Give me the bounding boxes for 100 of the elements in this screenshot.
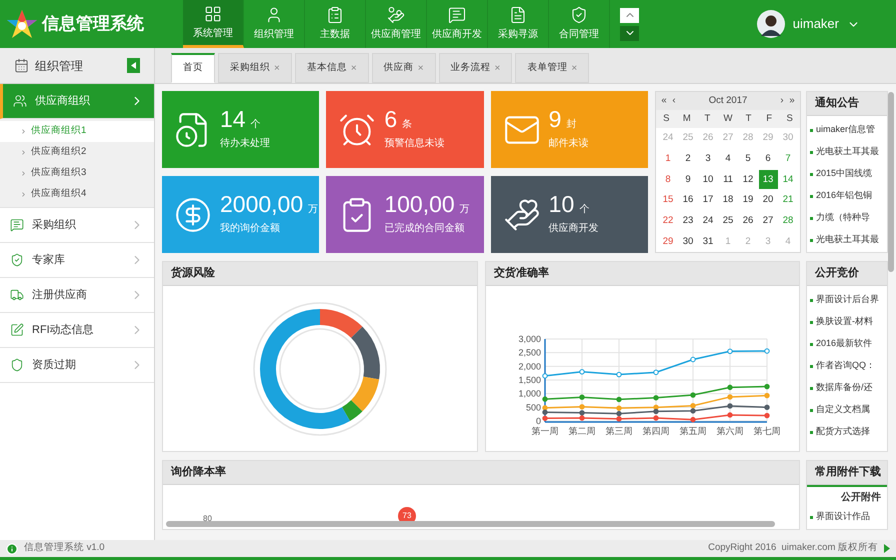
calendar-day[interactable]: 17 <box>698 190 718 210</box>
weekday-label: S <box>662 112 670 126</box>
stat-tile[interactable]: 10 个 供应商开发 <box>490 176 648 253</box>
stat-unit: 万 <box>460 203 470 217</box>
horizontal-scrollbar[interactable] <box>166 521 775 527</box>
sidebar-subitem[interactable]: 供应商组织2 <box>0 142 154 163</box>
calendar-day[interactable]: 9 <box>678 170 698 190</box>
stat-unit: 条 <box>402 118 412 132</box>
bullet-icon <box>810 430 813 434</box>
page-tab[interactable]: 业务流程 × <box>438 53 512 83</box>
next-month-button[interactable]: › <box>777 94 787 108</box>
calendar-day[interactable]: 26 <box>738 211 758 230</box>
calendar-day[interactable]: 25 <box>718 211 738 230</box>
notice-link[interactable]: 光电获土耳其最 <box>816 145 879 159</box>
sidebar-item[interactable]: 专家库 <box>0 243 154 278</box>
calendar-day[interactable]: 18 <box>718 190 738 210</box>
calendar-day[interactable]: 16 <box>678 190 698 210</box>
page-tab[interactable]: 首页 <box>171 53 215 83</box>
bidding-link[interactable]: 数据库备份/还 <box>816 381 873 395</box>
bidding-link[interactable]: 自定义文档属 <box>816 403 870 417</box>
data-point <box>690 416 696 422</box>
version-text: 信息管理系统 v1.0 <box>24 541 106 556</box>
page-tab[interactable]: 采购组织 × <box>218 53 292 83</box>
sidebar-subitem[interactable]: 供应商组织3 <box>0 163 154 184</box>
avatar-icon <box>756 10 785 38</box>
sidebar-item[interactable]: RFI动态信息 <box>0 313 154 348</box>
calendar-day[interactable]: 1 <box>658 149 678 168</box>
notice-link[interactable]: 力缆（特种导 <box>816 211 870 225</box>
data-point <box>726 403 732 409</box>
stat-tile[interactable]: 6 条 预警信息未读 <box>326 91 484 168</box>
axis-label: 80 <box>203 515 212 523</box>
calendar-day[interactable]: 20 <box>758 190 778 210</box>
bidding-link[interactable]: 换肤设置-材料 <box>816 315 873 329</box>
calendar-day[interactable]: 23 <box>678 211 698 230</box>
calendar-day[interactable]: 7 <box>778 149 798 168</box>
caret-left-icon <box>131 62 136 69</box>
stat-tile[interactable]: 100,00 万 已完成的合同金额 <box>326 176 484 253</box>
calendar-day[interactable]: 14 <box>778 170 798 190</box>
page-tab[interactable]: 供应商 × <box>372 53 436 83</box>
calendar-day[interactable]: 13 <box>758 170 778 190</box>
scroll-down-button[interactable] <box>620 26 639 40</box>
attachment-link[interactable]: 界面设计作品 <box>816 510 870 524</box>
calendar-day[interactable]: 8 <box>658 170 678 190</box>
page-tab[interactable]: 基本信息 × <box>294 53 369 83</box>
calendar-day[interactable]: 29 <box>658 232 678 252</box>
last-month-button[interactable]: » <box>787 94 797 108</box>
sidebar-item[interactable]: 采购组织 <box>0 208 154 243</box>
calendar-day[interactable]: 31 <box>698 232 718 252</box>
bullet-icon <box>810 320 813 324</box>
nav-tab[interactable]: 系统管理 <box>183 0 244 48</box>
calendar-day[interactable]: 6 <box>758 149 778 168</box>
calendar-day[interactable]: 19 <box>738 190 758 210</box>
stat-unit: 万 <box>308 203 318 217</box>
sidebar-subitem[interactable]: 供应商组织1 <box>0 121 154 142</box>
sidebar-item[interactable]: 注册供应商 <box>0 278 154 313</box>
x-tick-label: 第三周 <box>605 426 632 436</box>
calendar-day[interactable]: 28 <box>778 211 798 230</box>
calendar-day[interactable]: 11 <box>718 170 738 190</box>
calendar-day[interactable]: 15 <box>658 190 678 210</box>
data-point <box>764 348 770 354</box>
stat-value: 100,00 <box>384 193 455 216</box>
menu-icon <box>10 288 24 302</box>
calendar-day[interactable]: 30 <box>678 232 698 252</box>
bidding-link[interactable]: 2016最新软件 <box>816 337 872 351</box>
nav-icon <box>570 6 588 24</box>
calendar-day[interactable]: 21 <box>778 190 798 210</box>
calendar-day[interactable]: 5 <box>738 149 758 168</box>
bidding-link[interactable]: 作者咨询QQ： <box>816 359 876 373</box>
data-point <box>764 412 770 418</box>
user-name[interactable]: uimaker <box>792 14 839 34</box>
data-point <box>578 394 584 400</box>
sidebar-item[interactable]: 资质过期 <box>0 348 154 383</box>
notice-link[interactable]: 2016年铝包铜 <box>816 189 872 203</box>
bidding-link[interactable]: 配货方式选择 <box>816 425 870 439</box>
calendar-day[interactable]: 22 <box>658 211 678 230</box>
first-month-button[interactable]: « <box>659 94 669 108</box>
calendar-day[interactable]: 10 <box>698 170 718 190</box>
vertical-scrollbar[interactable] <box>888 92 894 272</box>
notice-link[interactable]: uimaker信息管 <box>816 123 876 137</box>
notice-link[interactable]: 光电获土耳其最 <box>816 233 879 247</box>
calendar-day[interactable]: 27 <box>758 211 778 230</box>
sidebar-subitem[interactable]: 供应商组织4 <box>0 184 154 205</box>
bidding-link[interactable]: 界面设计后台界 <box>816 293 879 307</box>
bullet-icon <box>810 342 813 346</box>
scroll-up-button[interactable] <box>620 8 639 22</box>
notice-link[interactable]: 2015中国线缆 <box>816 167 872 181</box>
x-tick-label: 第五周 <box>679 426 706 436</box>
collapse-button[interactable] <box>127 58 140 73</box>
stat-unit: 个 <box>579 203 590 217</box>
calendar-day[interactable]: 3 <box>698 149 718 168</box>
calendar-day[interactable]: 12 <box>738 170 758 190</box>
data-point <box>726 348 732 354</box>
calendar-day[interactable]: 4 <box>718 149 738 168</box>
bullet-icon <box>810 516 813 518</box>
calendar-day[interactable]: 2 <box>678 149 698 168</box>
sidebar-item[interactable]: 供应商组织 <box>0 84 154 119</box>
previous-month-button[interactable]: ‹ <box>669 94 679 108</box>
sidebar-title: 组织管理 <box>35 58 84 74</box>
page-tab[interactable]: 表单管理 × <box>515 53 590 83</box>
calendar-day[interactable]: 24 <box>698 211 718 230</box>
